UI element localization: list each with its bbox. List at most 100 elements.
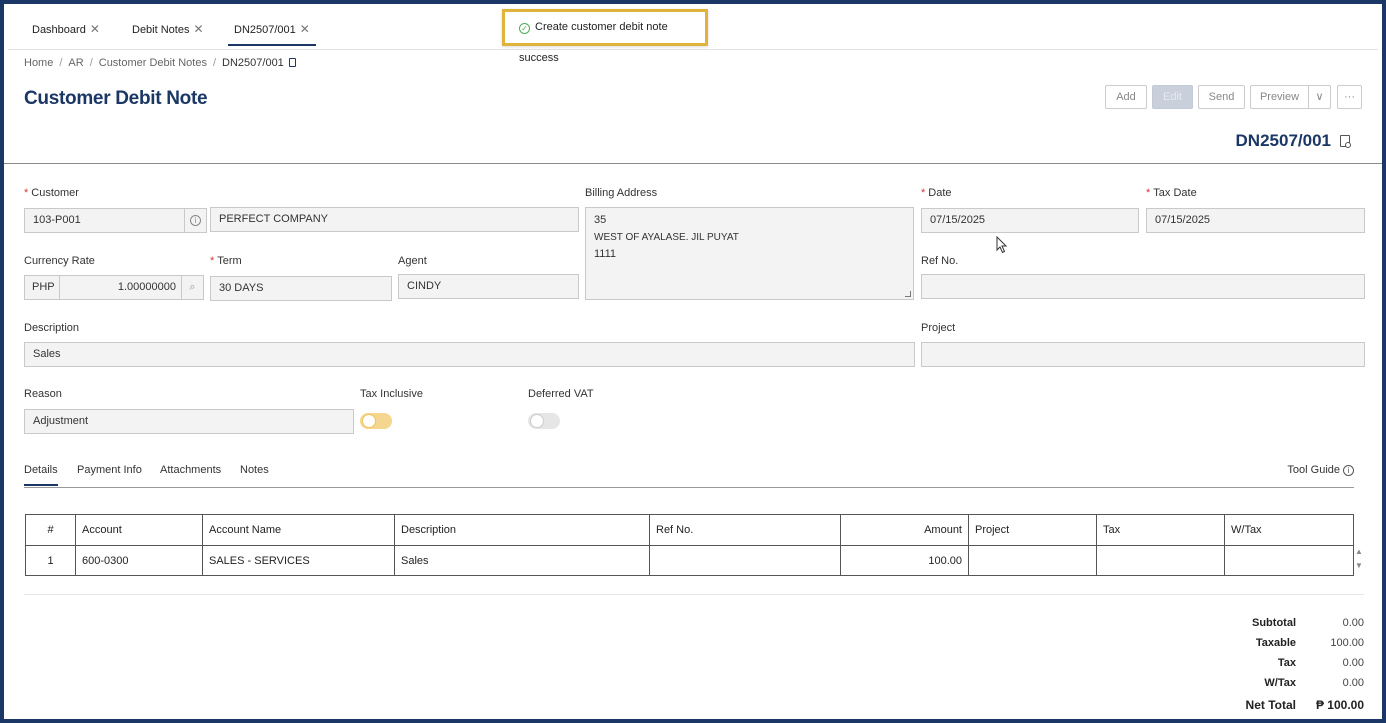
column-header[interactable]: Account [75, 514, 203, 546]
preview-button[interactable]: Preview [1250, 85, 1308, 109]
add-button[interactable]: Add [1105, 85, 1147, 109]
preview-dropdown-button[interactable]: ∨ [1308, 85, 1331, 109]
reason-field[interactable]: Adjustment [24, 409, 354, 434]
ref-no-label: Ref No. [921, 255, 959, 267]
column-header[interactable]: Ref No. [649, 514, 841, 546]
document-search-icon[interactable] [1340, 135, 1351, 148]
table-cell[interactable] [968, 545, 1097, 576]
document-number: DN2507/001 [1235, 131, 1331, 150]
tab-debit-notes[interactable]: Debit Notes ✕ [126, 16, 210, 46]
resize-handle[interactable] [905, 291, 911, 297]
scroll-down-icon[interactable]: ▼ [1353, 559, 1365, 573]
date-label-text: Date [928, 187, 952, 199]
tab-attachments[interactable]: Attachments [160, 464, 221, 476]
tab-dn2507-001[interactable]: DN2507/001 ✕ [228, 16, 316, 46]
column-header[interactable]: Project [968, 514, 1097, 546]
send-button[interactable]: Send [1198, 85, 1245, 109]
breadcrumb-ar[interactable]: AR [68, 57, 83, 69]
scroll-up-icon[interactable]: ▲ [1353, 545, 1365, 559]
project-field[interactable] [921, 342, 1365, 367]
taxable-label: Taxable [1255, 637, 1296, 649]
tax-value: 0.00 [1342, 657, 1364, 669]
required-mark: * [24, 187, 29, 199]
column-header[interactable]: # [25, 514, 76, 546]
date-field[interactable]: 07/15/2025 [921, 208, 1139, 233]
column-header[interactable]: Tax [1096, 514, 1225, 546]
app-window: Dashboard ✕ Debit Notes ✕ DN2507/001 ✕ ✓ Cre… [0, 0, 1386, 723]
breadcrumb: Home / AR / Customer Debit Notes / DN2507/001 [24, 57, 296, 69]
toast-message: Create customer debit note success [519, 21, 668, 64]
table-cell[interactable]: 100.00 [840, 545, 969, 576]
tax-inclusive-label: Tax Inclusive [360, 388, 423, 400]
close-icon[interactable]: ✕ [90, 22, 100, 36]
breadcrumb-home[interactable]: Home [24, 57, 53, 69]
tab-label: Dashboard [32, 24, 86, 36]
term-field[interactable]: 30 DAYS [210, 276, 392, 301]
ref-no-field[interactable] [921, 274, 1365, 299]
billing-address-line: 1111 [594, 248, 617, 260]
taxable-value: 100.00 [1330, 637, 1364, 649]
customer-info-button[interactable]: i [184, 208, 207, 233]
wtax-value: 0.00 [1342, 677, 1364, 689]
copy-icon[interactable] [288, 58, 296, 67]
tab-notes[interactable]: Notes [240, 464, 269, 476]
table-scrollbar[interactable]: ▲ ▼ [1353, 545, 1365, 573]
customer-label: * Customer [24, 187, 79, 199]
info-icon: i [1343, 465, 1354, 476]
breadcrumb-separator: / [59, 57, 63, 69]
tool-guide-link[interactable]: Tool Guide i [1287, 464, 1354, 476]
totals-divider [24, 594, 1364, 595]
table-cell[interactable] [1224, 545, 1354, 576]
breadcrumb-customer-debit-notes[interactable]: Customer Debit Notes [99, 57, 207, 69]
project-label: Project [921, 322, 956, 334]
agent-label: Agent [398, 255, 427, 267]
check-circle-icon: ✓ [519, 23, 530, 34]
close-icon[interactable]: ✕ [193, 22, 203, 36]
mouse-pointer-icon [996, 236, 1008, 254]
description-field[interactable]: Sales [24, 342, 915, 367]
billing-address-label: Billing Address [585, 187, 658, 199]
close-icon[interactable]: ✕ [300, 22, 310, 36]
subtabs-divider [24, 487, 1354, 488]
column-header[interactable]: Amount [840, 514, 969, 546]
currency-rate-field[interactable]: 1.00000000 [59, 275, 182, 300]
agent-field[interactable]: CINDY [398, 274, 579, 299]
customer-code-field[interactable]: 103-P001 [24, 208, 185, 233]
tax-label: Tax [1277, 657, 1296, 669]
currency-search-button[interactable]: ⌕ [181, 275, 204, 300]
breadcrumb-separator: / [212, 57, 217, 69]
net-total-label: Net Total [1245, 698, 1296, 712]
table-cell[interactable] [649, 545, 841, 576]
table-cell[interactable]: 1 [25, 545, 76, 576]
page-title: Customer Debit Note [24, 88, 208, 109]
subtotal-label: Subtotal [1252, 617, 1296, 629]
billing-address-textarea[interactable]: 35 WEST OF AYALASE. JIL PUYAT 1111 [585, 207, 914, 300]
date-label: * Date [921, 187, 952, 199]
success-toast: ✓ Create customer debit note success [502, 9, 708, 64]
table-cell[interactable]: 600-0300 [75, 545, 203, 576]
table-cell[interactable]: Sales [394, 545, 650, 576]
toggle-knob [531, 415, 543, 427]
tab-dashboard[interactable]: Dashboard ✕ [26, 16, 106, 46]
table-cell[interactable] [1096, 545, 1225, 576]
table-row[interactable]: 1 600-0300 SALES - SERVICES Sales 100.00 [25, 545, 1354, 576]
column-header[interactable]: W/Tax [1224, 514, 1354, 546]
required-mark: * [210, 255, 215, 267]
tax-date-field[interactable]: 07/15/2025 [1146, 208, 1365, 233]
table-cell[interactable]: SALES - SERVICES [202, 545, 395, 576]
tab-details[interactable]: Details [24, 464, 58, 486]
toggle-knob [363, 415, 375, 427]
deferred-vat-toggle[interactable] [528, 413, 560, 429]
customer-name-field[interactable]: PERFECT COMPANY [210, 207, 579, 232]
tax-date-label: * Tax Date [1146, 187, 1197, 199]
currency-field[interactable]: PHP [24, 275, 60, 300]
more-button[interactable]: ··· [1337, 85, 1362, 109]
edit-button[interactable]: Edit [1152, 85, 1193, 109]
info-icon: i [190, 215, 201, 226]
tax-inclusive-toggle[interactable] [360, 413, 392, 429]
column-header[interactable]: Account Name [202, 514, 395, 546]
column-header[interactable]: Description [394, 514, 650, 546]
wtax-label: W/Tax [1264, 677, 1296, 689]
customer-label-text: Customer [31, 187, 79, 199]
tab-payment-info[interactable]: Payment Info [77, 464, 142, 476]
